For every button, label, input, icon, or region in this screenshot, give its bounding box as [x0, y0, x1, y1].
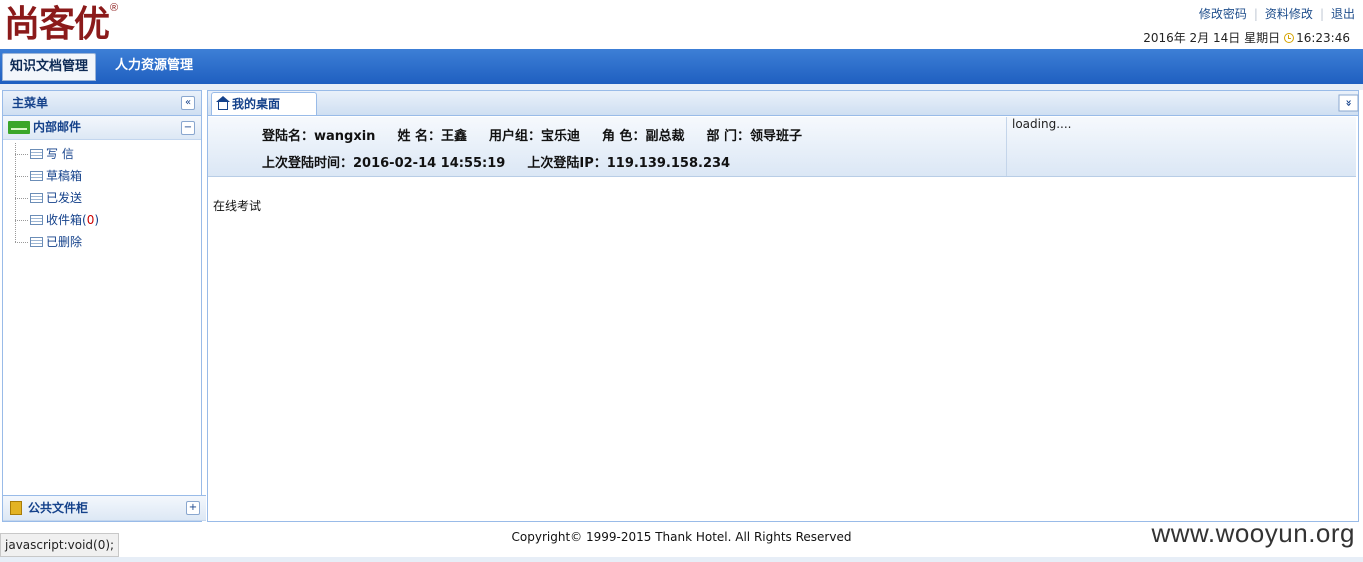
unread-close: )	[94, 213, 100, 227]
sidebar-item-deleted[interactable]: 已删除	[3, 231, 201, 253]
section-title: 公共文件柜	[28, 500, 89, 515]
mail-icon	[8, 121, 30, 134]
registered-mark: ®	[110, 2, 119, 14]
full-name: 姓 名：王鑫	[397, 129, 467, 144]
time-text: 16:23:46	[1296, 30, 1350, 45]
section-title: 内部邮件	[33, 120, 82, 134]
loading-text: loading....	[1012, 117, 1072, 131]
page-icon	[30, 215, 43, 225]
divider	[1006, 117, 1007, 176]
sidebar: 主菜单 « 内部邮件 − 写 信 草稿箱 已发送 收件箱 (0) 已删除 公共文…	[2, 90, 206, 522]
logo: 尚客优 ®	[4, 2, 118, 48]
main-panel: 我的桌面 » 登陆名：wangxin 姓 名：王鑫 用户组：宝乐迪 角 色：副总裁 部 …	[207, 90, 1359, 522]
login-name: 登陆名：wangxin	[262, 129, 376, 144]
nav-tab-knowledge-docs[interactable]: 知识文档管理	[2, 53, 97, 81]
logo-text: 尚客优	[4, 3, 110, 45]
item-label: 写 信	[46, 147, 74, 161]
collapse-sidebar-icon[interactable]: «	[181, 96, 195, 110]
user-info-row-1: 登陆名：wangxin 姓 名：王鑫 用户组：宝乐迪 角 色：副总裁 部 门：领导班子	[262, 125, 824, 144]
sidebar-item-compose[interactable]: 写 信	[3, 143, 201, 165]
sidebar-title: 主菜单	[12, 96, 49, 110]
edit-profile-link[interactable]: 资料修改	[1265, 7, 1313, 21]
page-icon	[30, 193, 43, 203]
expand-section-icon[interactable]: +	[186, 501, 200, 515]
page-icon	[30, 149, 43, 159]
clock-icon	[1284, 32, 1295, 43]
tab-list-icon[interactable]: »	[1338, 94, 1359, 112]
online-exam-link[interactable]: 在线考试	[213, 197, 261, 214]
item-label: 草稿箱	[46, 169, 83, 183]
user-dept: 部 门：领导班子	[706, 129, 803, 144]
top-links: 修改密码 | 资料修改 | 退出	[1199, 5, 1355, 22]
last-login-ip: 上次登陆IP：119.139.158.234	[527, 156, 731, 171]
bottom-bar	[0, 557, 1363, 562]
sidebar-item-sent[interactable]: 已发送	[3, 187, 201, 209]
date-text: 2016年 2月 14日 星期日	[1143, 31, 1281, 45]
home-icon	[216, 96, 230, 110]
sidebar-section-internal-mail[interactable]: 内部邮件 −	[3, 116, 201, 140]
page-icon	[30, 171, 43, 181]
unread-count: 0	[86, 213, 95, 227]
folder-icon	[10, 501, 22, 515]
sidebar-item-inbox[interactable]: 收件箱 (0)	[3, 209, 201, 231]
status-bar: javascript:void(0);	[0, 533, 120, 557]
top-header: 尚客优 ® 修改密码 | 资料修改 | 退出 2016年 2月 14日 星期日 16:2…	[0, 0, 1363, 49]
item-label: 已删除	[46, 235, 83, 249]
datetime-display: 2016年 2月 14日 星期日 16:23:46	[1143, 29, 1350, 46]
watermark: www.wooyun.org	[1151, 518, 1355, 548]
page-icon	[30, 237, 43, 247]
main-nav: 知识文档管理 人力资源管理	[0, 49, 1363, 84]
tab-strip: 我的桌面 »	[208, 91, 1359, 116]
sidebar-header: 主菜单 «	[3, 91, 201, 116]
nav-tab-hr[interactable]: 人力资源管理	[108, 53, 200, 79]
collapse-section-icon[interactable]: −	[181, 121, 195, 135]
link-separator: |	[1253, 7, 1258, 21]
tab-label: 我的桌面	[232, 97, 281, 111]
user-info-panel: 登陆名：wangxin 姓 名：王鑫 用户组：宝乐迪角 色：副总裁部 门：领导班子 …	[208, 117, 1356, 177]
item-label: 收件箱	[46, 213, 83, 227]
mail-tree: 写 信 草稿箱 已发送 收件箱 (0) 已删除	[3, 140, 201, 253]
user-info-row-2: 上次登陆时间：2016-02-14 14:55:19 上次登陆IP：119.139…	[262, 152, 752, 171]
sidebar-item-drafts[interactable]: 草稿箱	[3, 165, 201, 187]
last-login-time: 上次登陆时间：2016-02-14 14:55:19	[262, 156, 506, 171]
item-label: 已发送	[46, 191, 83, 205]
change-password-link[interactable]: 修改密码	[1199, 7, 1247, 21]
user-group: 用户组：宝乐迪	[488, 129, 580, 144]
logout-link[interactable]: 退出	[1331, 7, 1355, 21]
link-separator: |	[1319, 7, 1324, 21]
user-role: 角 色：副总裁	[602, 129, 685, 144]
sidebar-section-public-files[interactable]: 公共文件柜 +	[3, 495, 206, 521]
tab-my-desktop[interactable]: 我的桌面	[211, 92, 317, 115]
